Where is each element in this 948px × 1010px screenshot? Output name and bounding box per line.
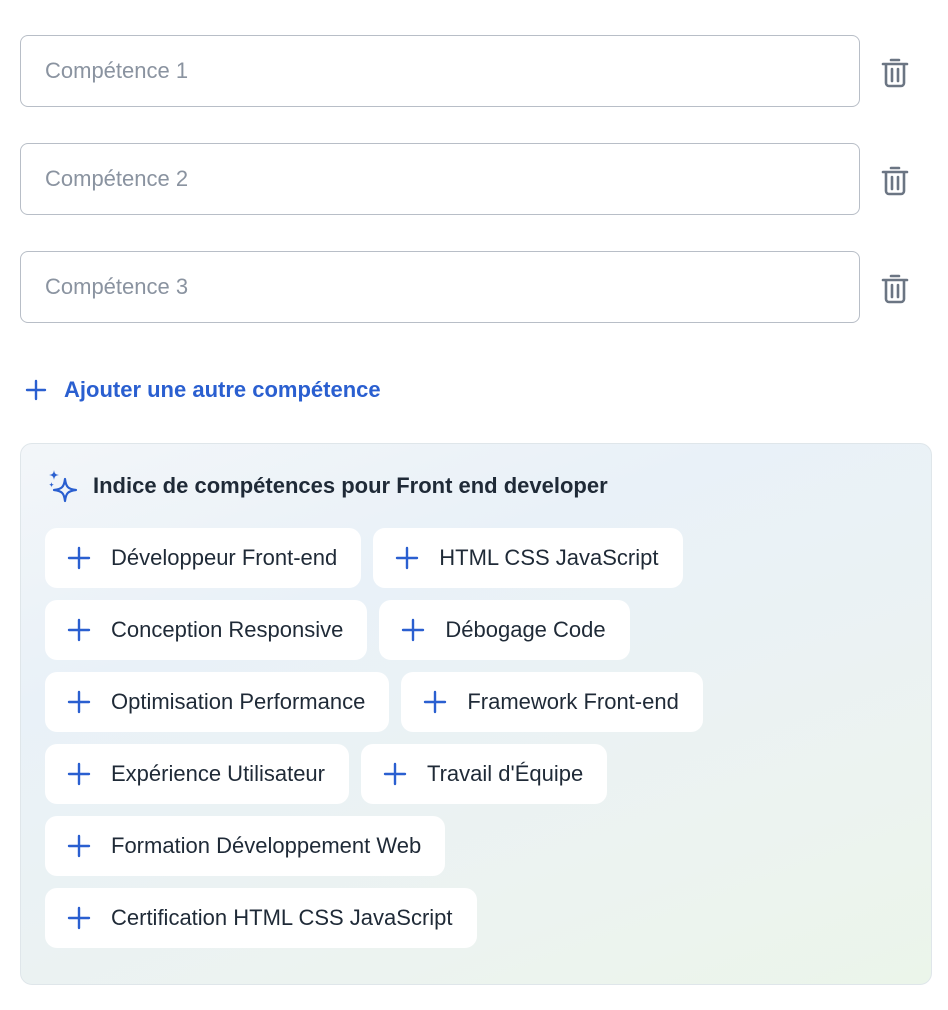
plus-icon (402, 618, 425, 642)
delete-skill-3-button[interactable] (876, 269, 914, 307)
suggestion-chip[interactable]: Développeur Front-end (45, 528, 362, 588)
suggestion-chip-list: Développeur Front-end HTML CSS JavaScrip… (45, 528, 703, 960)
add-skill-button[interactable]: Ajouter une autre compétence (24, 370, 381, 410)
suggestion-chip[interactable]: Débogage Code (379, 600, 630, 660)
suggestion-chip-label: Framework Front-end (467, 689, 679, 714)
skill-row-2 (20, 143, 920, 215)
delete-skill-2-button[interactable] (876, 161, 914, 199)
skill-input-2[interactable] (20, 143, 860, 215)
skill-suggestions-panel: Indice de compétences pour Front end dev… (20, 443, 932, 985)
suggestion-chip[interactable]: HTML CSS JavaScript (373, 528, 683, 588)
suggestion-chip[interactable]: Expérience Utilisateur (45, 744, 349, 804)
plus-icon (67, 546, 91, 570)
plus-icon (67, 906, 91, 930)
plus-icon (424, 690, 447, 714)
suggestion-chip-label: Expérience Utilisateur (111, 761, 325, 786)
plus-icon (25, 379, 47, 401)
suggestion-chip[interactable]: Conception Responsive (45, 600, 368, 660)
trash-icon (881, 58, 909, 88)
trash-icon (881, 274, 909, 304)
suggestion-chip[interactable]: Travail d'Équipe (360, 744, 608, 804)
trash-icon (881, 166, 909, 196)
suggestion-chip-label: Travail d'Équipe (426, 761, 584, 786)
plus-icon (396, 546, 419, 570)
suggestion-chip-label: Débogage Code (445, 617, 606, 642)
add-skill-label: Ajouter une autre compétence (64, 377, 381, 402)
skill-row-1 (20, 35, 920, 107)
suggestion-chip[interactable]: Framework Front-end (401, 672, 703, 732)
suggestion-chip-label: Développeur Front-end (111, 545, 338, 570)
suggestion-chip-label: Optimisation Performance (111, 689, 366, 714)
plus-icon (67, 690, 91, 714)
suggestions-header: Indice de compétences pour Front end dev… (47, 468, 608, 504)
plus-icon (67, 618, 91, 642)
suggestion-chip-label: Certification HTML CSS JavaScript (111, 905, 453, 930)
plus-icon (67, 762, 91, 786)
delete-skill-1-button[interactable] (876, 53, 914, 91)
sparkle-icon (49, 470, 78, 503)
skill-row-3 (20, 251, 920, 323)
skill-input-1[interactable] (20, 35, 860, 107)
plus-icon (383, 762, 407, 786)
suggestion-chip-label: Conception Responsive (111, 617, 344, 642)
plus-icon (67, 834, 91, 858)
suggestion-chip[interactable]: Optimisation Performance (45, 672, 390, 732)
suggestion-chip[interactable]: Formation Développement Web (45, 816, 446, 876)
skill-input-3[interactable] (20, 251, 860, 323)
suggestions-title: Indice de compétences pour Front end dev… (93, 473, 608, 498)
suggestion-chip[interactable]: Certification HTML CSS JavaScript (45, 888, 477, 948)
suggestion-chip-label: HTML CSS JavaScript (439, 545, 659, 570)
suggestion-chip-label: Formation Développement Web (111, 833, 422, 858)
